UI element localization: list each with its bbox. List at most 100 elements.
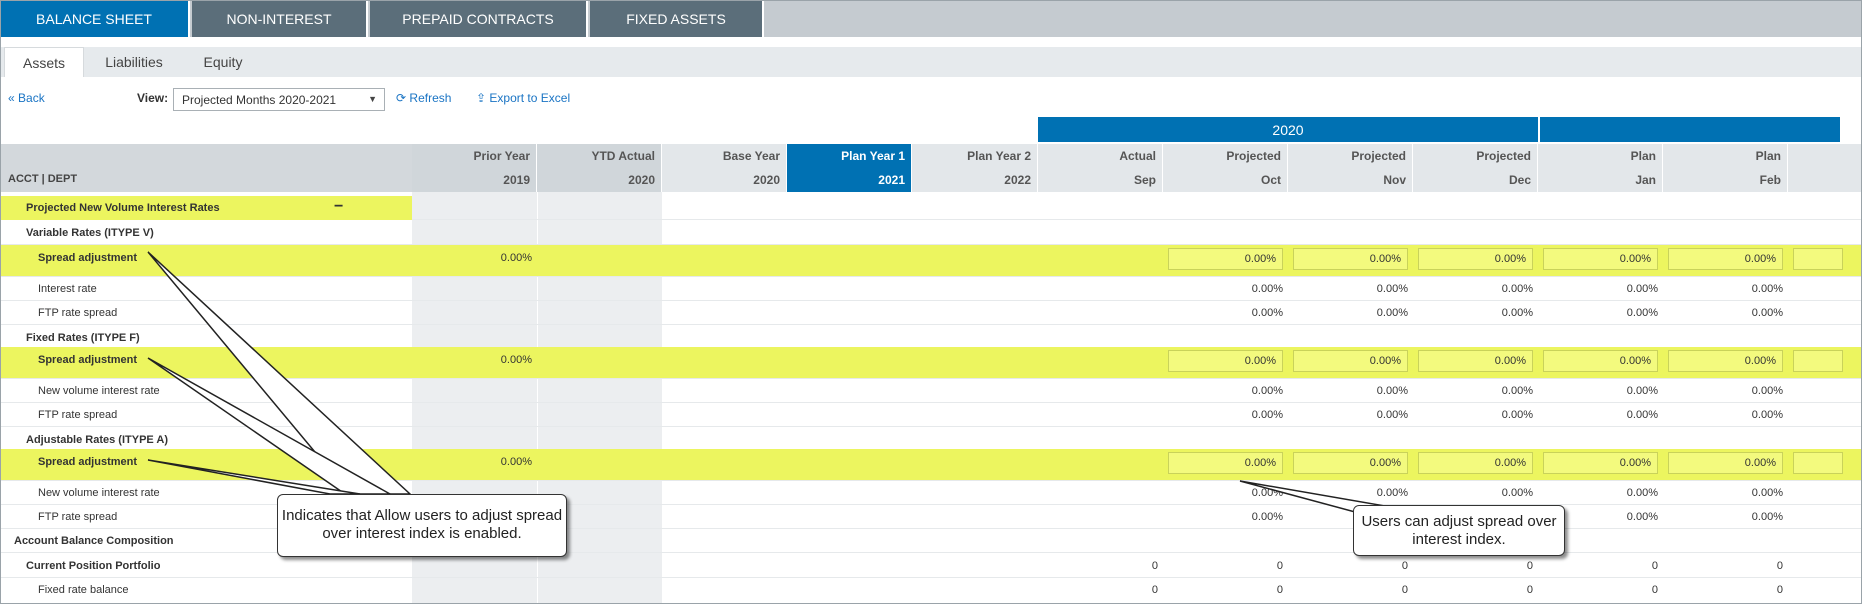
cell-value: 0.00% xyxy=(1501,409,1533,421)
spread-input[interactable]: 0.00% xyxy=(1168,350,1283,372)
export-label: Export to Excel xyxy=(489,91,571,105)
cell-value: 0.00% xyxy=(1751,487,1783,499)
callout-users-can-adjust: Users can adjust spread over interest in… xyxy=(1353,505,1565,556)
subtab-assets[interactable]: Assets xyxy=(4,47,84,77)
spread-input[interactable]: 0.00% xyxy=(1293,452,1408,474)
spread-input[interactable]: 0.00% xyxy=(1543,350,1658,372)
spread-input[interactable]: 0.00% xyxy=(1168,452,1283,474)
col-label: Plan xyxy=(1630,149,1656,163)
acct-dept-header: ACCT | DEPT xyxy=(0,144,412,192)
subtab-liabilities[interactable]: Liabilities xyxy=(96,47,172,77)
table-row: Interest rate 0.00% 0.00% 0.00% 0.00% 0.… xyxy=(0,277,1862,301)
top-tab-bar: BALANCE SHEET NON-INTEREST PREPAID CONTR… xyxy=(0,0,1862,37)
table-row: New volume interest rate 0.00% 0.00% 0.0… xyxy=(0,379,1862,403)
cell-value: 0.00% xyxy=(1626,283,1658,295)
cell-value: 0.00% xyxy=(1251,409,1283,421)
spread-input[interactable]: 0.00% xyxy=(1418,248,1533,270)
tab-fixed-assets[interactable]: FIXED ASSETS xyxy=(590,0,764,37)
spread-input[interactable]: 0.00% xyxy=(1418,452,1533,474)
spread-input[interactable]: 0.00% xyxy=(1668,452,1783,474)
spread-input[interactable]: 0.00% xyxy=(1543,452,1658,474)
row-label: FTP rate spread xyxy=(38,307,118,319)
col-label: Plan xyxy=(1755,149,1781,163)
year-band-2020: 2020 xyxy=(1038,117,1538,142)
col-ytd-actual: YTD Actual 2020 xyxy=(537,144,662,192)
back-link[interactable]: « Back xyxy=(8,91,45,105)
table-row: FTP rate spread 0.00% 0.00% 0.00% 0.00% … xyxy=(0,403,1862,427)
spread-input[interactable]: 0.00% xyxy=(1293,350,1408,372)
view-select[interactable]: Projected Months 2020-2021 ▼ xyxy=(173,88,385,111)
subtab-equity[interactable]: Equity xyxy=(190,47,256,77)
col-sub: Feb xyxy=(1759,173,1781,187)
col-projected-dec: Projected Dec xyxy=(1413,144,1538,192)
refresh-label: Refresh xyxy=(409,91,452,105)
prior-value: 0.00% xyxy=(500,252,532,264)
tab-non-interest[interactable]: NON-INTEREST xyxy=(192,0,368,37)
cell-value: 0.00% xyxy=(1626,409,1658,421)
cell-value: 0.00% xyxy=(1626,385,1658,397)
year-band-2021 xyxy=(1540,117,1840,142)
row-label: Current Position Portfolio xyxy=(26,560,161,572)
export-excel-button[interactable]: ⇪ Export to Excel xyxy=(476,91,570,105)
spread-input[interactable] xyxy=(1793,248,1843,270)
table-row: Projected New Volume Interest Rates − xyxy=(0,196,1862,220)
spread-input[interactable]: 0.00% xyxy=(1668,248,1783,270)
col-label: Actual xyxy=(1119,149,1156,163)
cell-value: 0.00% xyxy=(1376,487,1408,499)
col-projected-nov: Projected Nov xyxy=(1288,144,1413,192)
cell-value: 0 xyxy=(1401,560,1408,572)
callout-allow-users: Indicates that Allow users to adjust spr… xyxy=(277,494,567,557)
cell-value: 0.00% xyxy=(1501,283,1533,295)
row-label: Spread adjustment xyxy=(38,354,138,366)
spread-input[interactable] xyxy=(1793,452,1843,474)
spread-input[interactable]: 0.00% xyxy=(1168,248,1283,270)
col-sub: Jan xyxy=(1635,173,1656,187)
cell-value: 0.00% xyxy=(1251,487,1283,499)
col-prior-year: Prior Year 2019 xyxy=(412,144,537,192)
col-sub: Oct xyxy=(1260,173,1281,187)
cell-value: 0 xyxy=(1276,560,1283,572)
col-label: Projected xyxy=(1351,149,1406,163)
view-label: View: xyxy=(137,91,169,105)
tab-balance-sheet[interactable]: BALANCE SHEET xyxy=(0,0,190,37)
refresh-button[interactable]: ⟳ Refresh xyxy=(396,91,451,105)
col-base-year: Base Year 2020 xyxy=(662,144,787,192)
col-plan-year-1[interactable]: Plan Year 1 2021 xyxy=(787,144,912,192)
cell-value: 0.00% xyxy=(1626,511,1658,523)
table-row: Spread adjustment 0.00% 0.00% 0.00% 0.00… xyxy=(0,245,1862,277)
col-plan-feb: Plan Feb xyxy=(1663,144,1788,192)
export-icon: ⇪ xyxy=(476,91,487,105)
col-label: Projected xyxy=(1476,149,1531,163)
prior-value: 0.00% xyxy=(500,456,532,468)
back-label: Back xyxy=(18,91,45,105)
table-row: Variable Rates (ITYPE V) xyxy=(0,221,1862,245)
row-label: Fixed Rates (ITYPE F) xyxy=(26,332,140,344)
row-label: Adjustable Rates (ITYPE A) xyxy=(26,434,169,446)
spread-input[interactable]: 0.00% xyxy=(1293,248,1408,270)
col-plan-jan: Plan Jan xyxy=(1538,144,1663,192)
spread-input[interactable]: 0.00% xyxy=(1668,350,1783,372)
row-label: Variable Rates (ITYPE V) xyxy=(26,227,154,239)
spread-input[interactable] xyxy=(1793,350,1843,372)
cell-value: 0 xyxy=(1526,584,1533,596)
collapse-toggle[interactable]: − xyxy=(334,198,343,216)
row-label: Spread adjustment xyxy=(38,456,138,468)
tab-prepaid-contracts[interactable]: PREPAID CONTRACTS xyxy=(370,0,588,37)
cell-value: 0.00% xyxy=(1501,487,1533,499)
row-label: FTP rate spread xyxy=(38,409,118,421)
spread-input[interactable]: 0.00% xyxy=(1543,248,1658,270)
cell-value: 0.00% xyxy=(1501,307,1533,319)
cell-value: 0 xyxy=(1276,584,1283,596)
spread-input[interactable]: 0.00% xyxy=(1418,350,1533,372)
prior-value: 0.00% xyxy=(500,354,532,366)
col-actual-sep: Actual Sep xyxy=(1038,144,1163,192)
col-plan-year-2: Plan Year 2 2022 xyxy=(912,144,1038,192)
row-label: Account Balance Composition xyxy=(14,535,174,547)
col-sub: Sep xyxy=(1133,173,1156,187)
cell-value: 0 xyxy=(1526,560,1533,572)
col-label: Base Year xyxy=(722,149,780,163)
toolbar: « Back View: Projected Months 2020-2021 … xyxy=(0,88,1862,114)
row-label: Spread adjustment xyxy=(38,252,138,264)
cell-value: 0.00% xyxy=(1751,409,1783,421)
row-label: Interest rate xyxy=(38,283,97,295)
